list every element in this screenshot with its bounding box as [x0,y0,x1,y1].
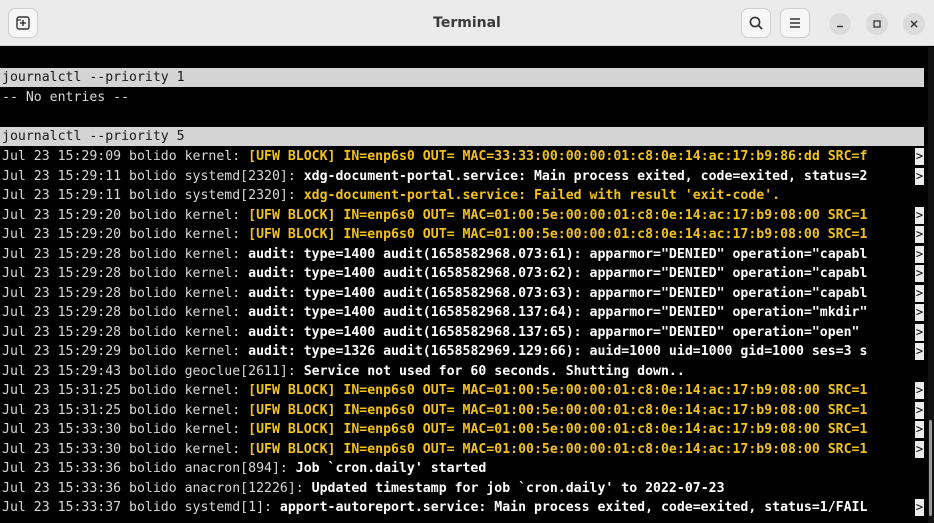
log-line: Jul 23 15:31:25 bolido kernel: [UFW BLOC… [2,401,867,420]
log-prefix: Jul 23 15:33:37 bolido systemd[1]: [2,500,280,515]
truncation-marker: > [915,343,924,360]
maximize-button[interactable] [866,13,888,35]
log-line: Jul 23 15:33:36 bolido anacron[894]: Job… [2,459,486,478]
log-prefix: Jul 23 15:29:28 bolido kernel: [2,286,249,301]
log-message: audit: type=1400 audit(1658582968.073:62… [248,266,868,281]
truncation-marker: > [915,265,924,282]
log-message: [UFW BLOCK] IN=enp6s0 OUT= MAC=01:00:5e:… [248,403,868,418]
log-prefix: Jul 23 15:29:20 bolido kernel: [2,227,249,242]
log-prefix: Jul 23 15:29:29 bolido kernel: [2,344,249,359]
close-icon [910,20,918,28]
log-message: [UFW BLOCK] IN=enp6s0 OUT= MAC=01:00:5e:… [248,383,868,398]
minimize-button[interactable] [829,13,851,35]
log-prefix: Jul 23 15:29:11 bolido systemd[2320]: [2,169,304,184]
truncation-marker: > [915,324,924,341]
log-message: [UFW BLOCK] IN=enp6s0 OUT= MAC=33:33:00:… [248,149,868,164]
log-message: audit: type=1400 audit(1658582968.137:64… [248,305,868,320]
log-message: Updated timestamp for job `cron.daily' t… [311,481,725,496]
truncation-marker: > [915,148,924,165]
log-prefix: Jul 23 15:33:30 bolido kernel: [2,422,249,437]
log-message: [UFW BLOCK] IN=enp6s0 OUT= MAC=01:00:5e:… [248,442,868,457]
search-icon [749,16,763,30]
log-prefix: Jul 23 15:31:25 bolido kernel: [2,383,249,398]
command-line: journalctl --priority 1 [0,68,924,87]
log-line: Jul 23 15:29:28 bolido kernel: audit: ty… [2,323,867,342]
log-message: audit: type=1400 audit(1658582968.073:63… [248,286,868,301]
log-prefix: Jul 23 15:29:28 bolido kernel: [2,305,249,320]
new-tab-icon [16,16,30,30]
minimize-icon [837,25,843,28]
log-line: Jul 23 15:29:20 bolido kernel: [UFW BLOC… [2,225,867,244]
log-message: xdg-document-portal.service: Main proces… [303,169,868,184]
log-prefix: Jul 23 15:29:43 bolido geoclue[2611]: [2,364,304,379]
no-entries-line: -- No entries -- [2,90,130,105]
menu-button[interactable] [780,8,810,38]
log-message: [UFW BLOCK] IN=enp6s0 OUT= MAC=01:00:5e:… [248,227,868,242]
log-line: Jul 23 15:31:25 bolido kernel: [UFW BLOC… [2,381,867,400]
log-line: Jul 23 15:33:37 bolido systemd[1]: appor… [2,498,867,517]
log-line: Jul 23 15:29:20 bolido kernel: [UFW BLOC… [2,206,867,225]
truncation-marker: > [915,421,924,438]
log-message: Job `cron.daily' started [295,461,487,476]
log-message: Service not used for 60 seconds. Shuttin… [303,364,685,379]
log-message: apport-autoreport.service: Main process … [279,500,868,515]
log-message: [UFW BLOCK] IN=enp6s0 OUT= MAC=01:00:5e:… [248,208,868,223]
log-line: Jul 23 15:33:30 bolido kernel: [UFW BLOC… [2,440,867,459]
log-prefix: Jul 23 15:29:20 bolido kernel: [2,208,249,223]
hamburger-menu-icon [790,18,800,28]
log-message: audit: type=1400 audit(1658582968.137:65… [248,325,868,340]
log-line: Jul 23 15:29:43 bolido geoclue[2611]: Se… [2,362,685,381]
log-prefix: Jul 23 15:29:11 bolido systemd[2320]: [2,188,304,203]
log-message: [UFW BLOCK] IN=enp6s0 OUT= MAC=01:00:5e:… [248,422,868,437]
terminal-output[interactable]: journalctl --priority 1 -- No entries --… [0,47,934,523]
log-message: audit: type=1400 audit(1658582968.073:61… [248,247,868,262]
log-prefix: Jul 23 15:29:28 bolido kernel: [2,325,249,340]
scrollbar-thumb[interactable] [929,420,932,516]
log-prefix: Jul 23 15:33:36 bolido anacron[12226]: [2,481,312,496]
truncation-marker: > [915,168,924,185]
maximize-icon [873,20,881,28]
log-prefix: Jul 23 15:33:30 bolido kernel: [2,442,249,457]
log-prefix: Jul 23 15:33:36 bolido anacron[894]: [2,461,296,476]
log-message: audit: type=1326 audit(1658582969.129:66… [248,344,868,359]
command-line: journalctl --priority 5 [0,127,924,146]
truncation-marker: > [915,285,924,302]
log-prefix: Jul 23 15:29:09 bolido kernel: [2,149,249,164]
truncation-marker: > [915,246,924,263]
log-line: Jul 23 15:29:28 bolido kernel: audit: ty… [2,245,867,264]
log-line: Jul 23 15:29:28 bolido kernel: audit: ty… [2,264,867,283]
log-message: xdg-document-portal.service: Failed with… [303,188,781,203]
title-bar: Terminal [0,0,934,46]
log-line: Jul 23 15:29:28 bolido kernel: audit: ty… [2,303,867,322]
log-line: Jul 23 15:29:11 bolido systemd[2320]: xd… [2,167,867,186]
truncation-marker: > [915,402,924,419]
new-tab-button[interactable] [8,8,38,38]
truncation-marker: > [915,304,924,321]
truncation-marker: > [915,499,924,516]
close-button[interactable] [903,13,925,35]
log-line: Jul 23 15:29:29 bolido kernel: audit: ty… [2,342,867,361]
truncation-marker: > [915,382,924,399]
log-line: Jul 23 15:29:09 bolido kernel: [UFW BLOC… [2,147,867,166]
log-prefix: Jul 23 15:31:25 bolido kernel: [2,403,249,418]
truncation-marker: > [915,207,924,224]
truncation-marker: > [915,226,924,243]
log-line: Jul 23 15:29:28 bolido kernel: audit: ty… [2,284,867,303]
search-button[interactable] [741,8,771,38]
log-line: Jul 23 15:29:11 bolido systemd[2320]: xd… [2,186,780,205]
log-line: Jul 23 15:33:30 bolido kernel: [UFW BLOC… [2,420,867,439]
log-line: Jul 23 15:33:36 bolido anacron[12226]: U… [2,479,725,498]
log-prefix: Jul 23 15:29:28 bolido kernel: [2,266,249,281]
truncation-marker: > [915,441,924,458]
log-prefix: Jul 23 15:29:28 bolido kernel: [2,247,249,262]
